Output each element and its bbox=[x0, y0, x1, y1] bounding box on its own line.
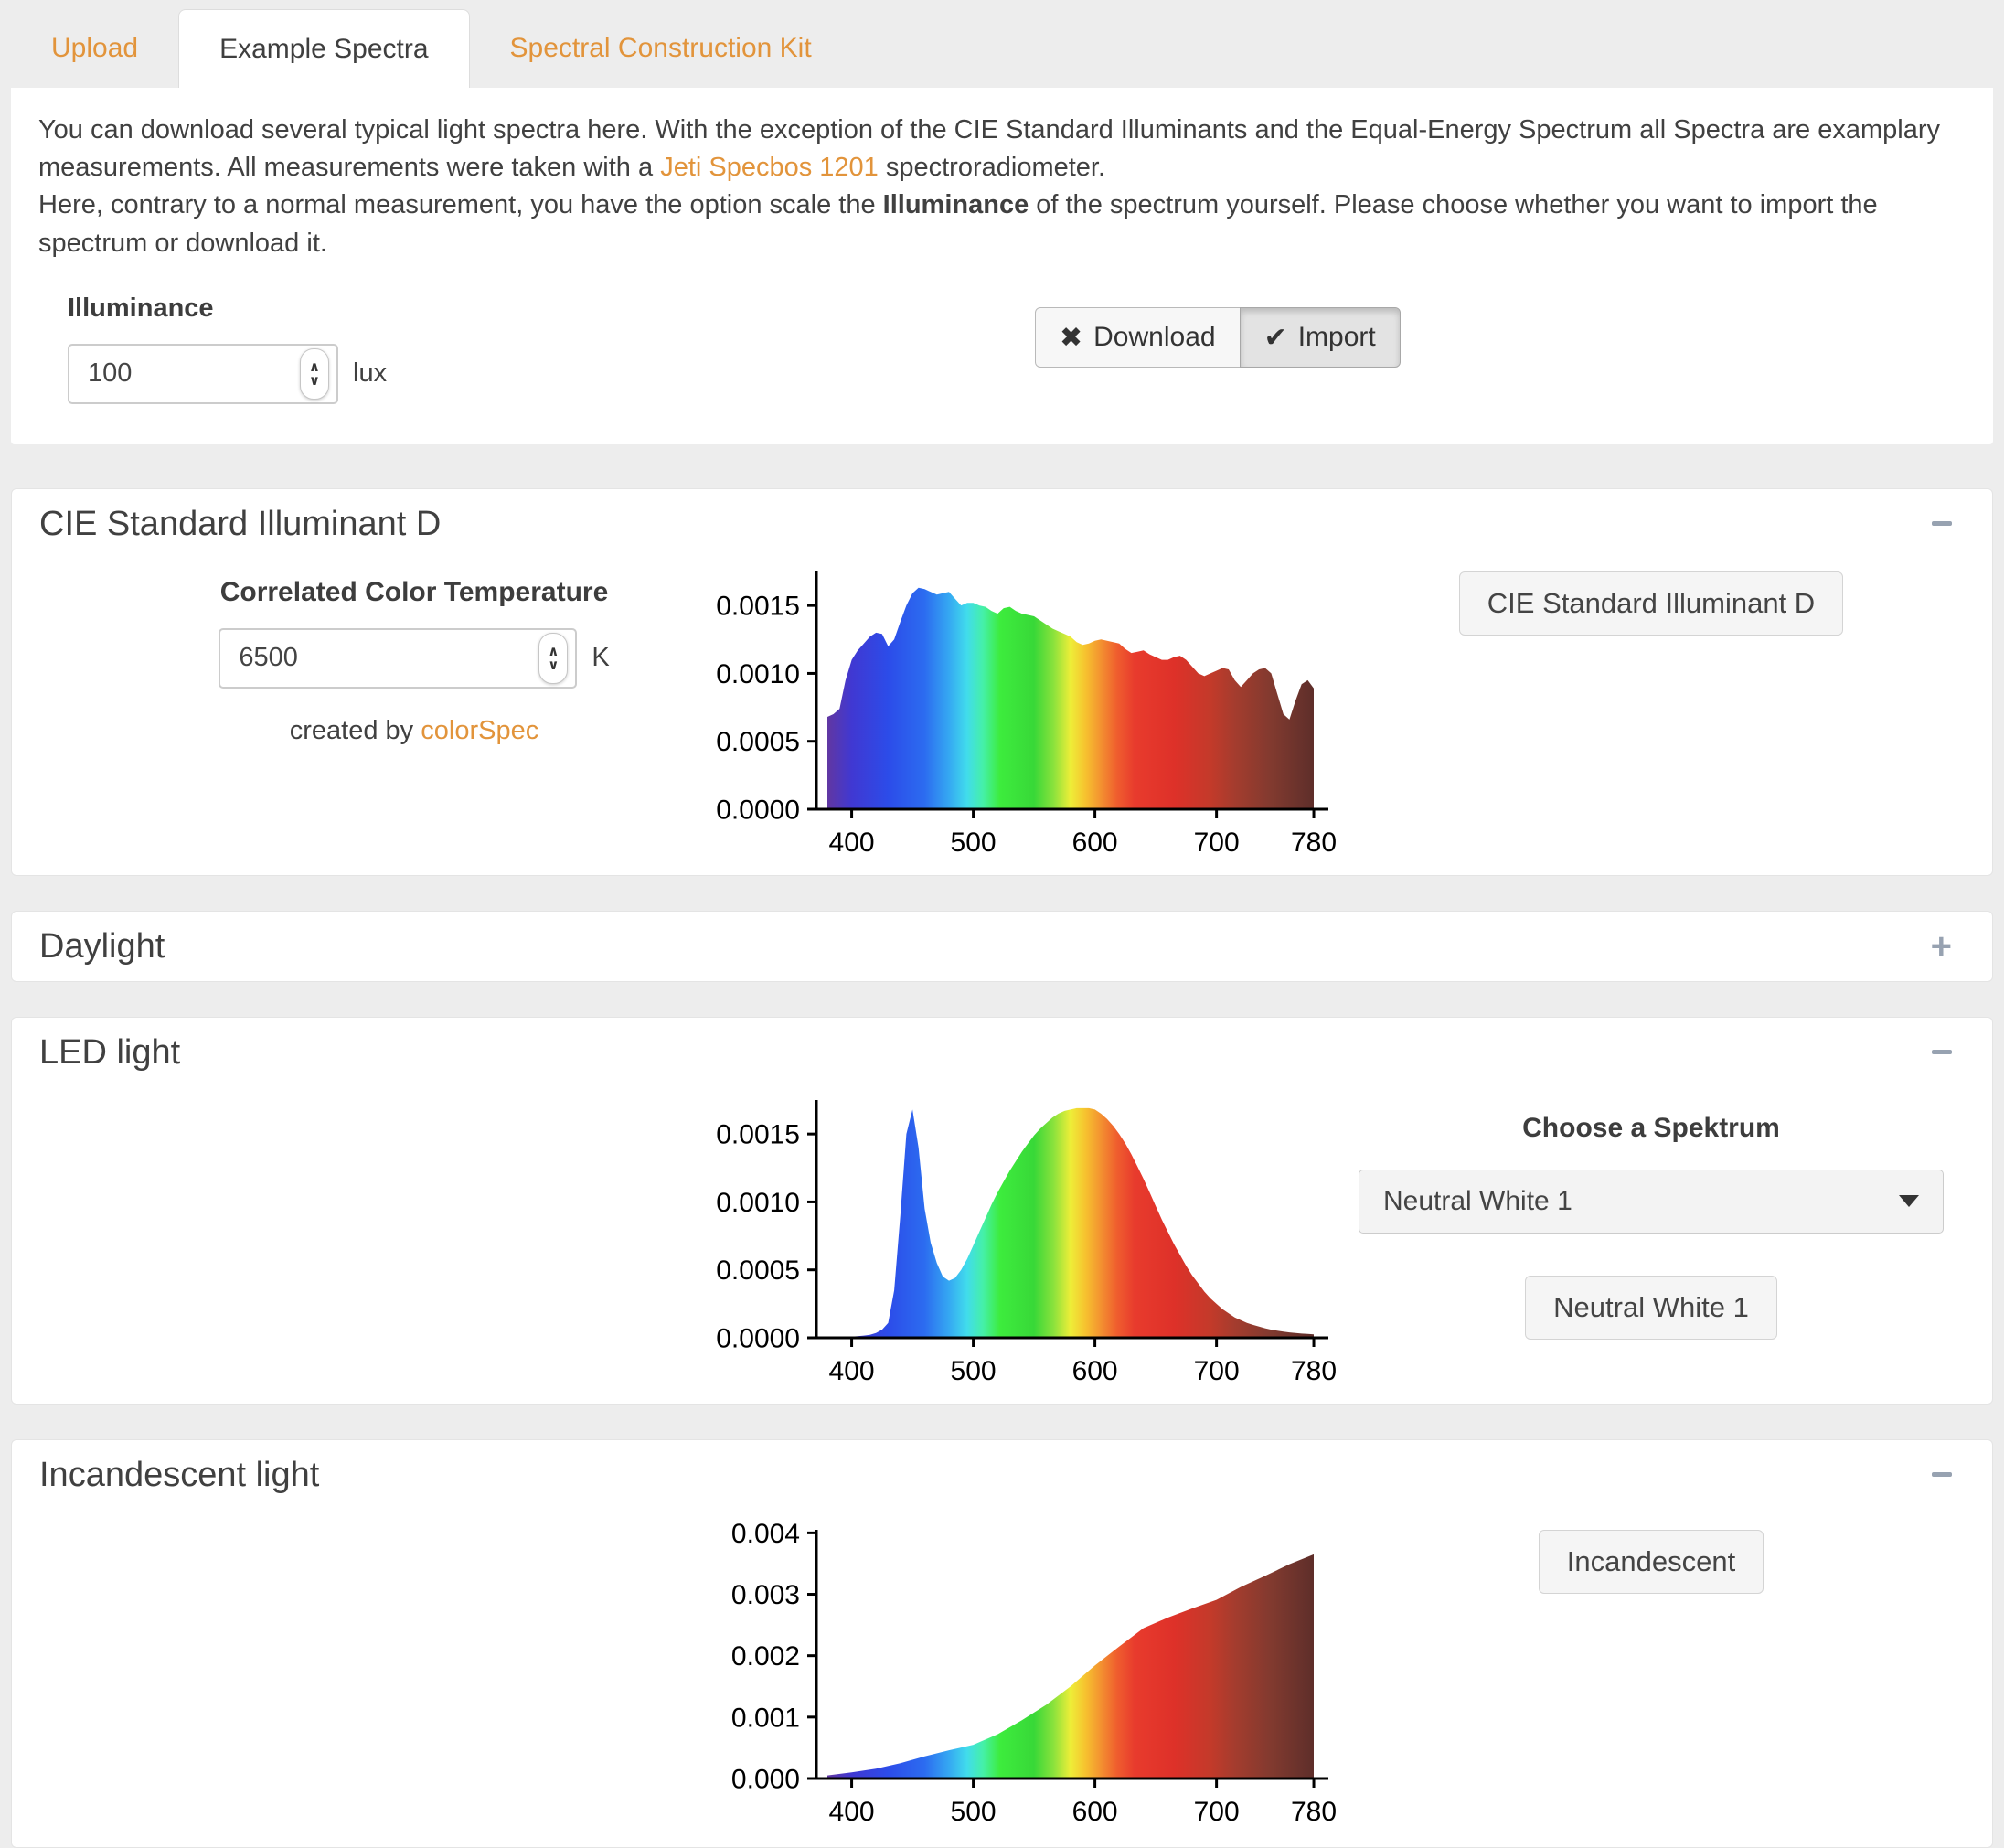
incandescent-spectrum-chart: 400 500 600 700 780 0.000 0.001 0.002 0.003 0.004 bbox=[716, 1519, 1338, 1834]
tab-upload[interactable]: Upload bbox=[11, 9, 178, 88]
svg-text:500: 500 bbox=[951, 1356, 997, 1386]
colorspec-link[interactable]: colorSpec bbox=[421, 716, 538, 745]
svg-text:780: 780 bbox=[1291, 1356, 1337, 1386]
collapse-minus-icon[interactable] bbox=[1932, 1453, 1965, 1497]
stepper-up-icon[interactable]: ∧ bbox=[548, 645, 559, 658]
svg-text:700: 700 bbox=[1194, 828, 1240, 858]
stepper-up-icon[interactable]: ∧ bbox=[309, 360, 320, 374]
svg-text:600: 600 bbox=[1072, 1797, 1118, 1827]
tab-bar: Upload Example Spectra Spectral Construc… bbox=[11, 9, 1993, 88]
svg-text:780: 780 bbox=[1291, 828, 1337, 858]
svg-text:0.001: 0.001 bbox=[731, 1703, 800, 1733]
spektrum-dropdown[interactable]: Neutral White 1 bbox=[1359, 1170, 1944, 1234]
neutral-white-button[interactable]: Neutral White 1 bbox=[1525, 1276, 1777, 1340]
panel-cie-title: CIE Standard Illuminant D bbox=[39, 502, 441, 546]
svg-text:0.0015: 0.0015 bbox=[716, 591, 800, 621]
svg-text:400: 400 bbox=[829, 1356, 875, 1386]
panel-led-title: LED light bbox=[39, 1031, 180, 1074]
led-spectrum-chart: 400 500 600 700 780 0.0000 0.0005 0.0010 0.0015 bbox=[716, 1089, 1338, 1391]
cct-stepper[interactable]: ∧∨ bbox=[538, 633, 568, 684]
import-label: Import bbox=[1298, 322, 1376, 353]
panel-incandescent-light: Incandescent light 400 500 600 700 780 0.000 0… bbox=[11, 1439, 1993, 1848]
svg-text:400: 400 bbox=[829, 1797, 875, 1827]
download-label: Download bbox=[1093, 322, 1215, 353]
expand-plus-icon[interactable]: + bbox=[1931, 924, 1965, 968]
intro-illuminance-bold: Illuminance bbox=[883, 190, 1029, 219]
svg-text:0.0000: 0.0000 bbox=[716, 795, 800, 825]
intro-p2: Here, contrary to a normal measurement, … bbox=[38, 190, 883, 219]
page: Upload Example Spectra Spectral Construc… bbox=[0, 0, 2004, 1848]
svg-text:0.0005: 0.0005 bbox=[716, 1255, 800, 1286]
tab-spectral-construction-kit[interactable]: Spectral Construction Kit bbox=[470, 9, 852, 88]
cct-unit: K bbox=[592, 643, 609, 673]
cct-input[interactable] bbox=[220, 642, 496, 674]
svg-text:0.003: 0.003 bbox=[731, 1580, 800, 1610]
tab-content-card: You can download several typical light s… bbox=[11, 88, 1993, 444]
svg-text:700: 700 bbox=[1194, 1356, 1240, 1386]
svg-text:0.0010: 0.0010 bbox=[716, 1188, 800, 1218]
check-icon: ✔ bbox=[1264, 322, 1287, 354]
illuminance-input[interactable] bbox=[69, 358, 300, 390]
colorspec-credit: created by colorSpec bbox=[290, 716, 538, 746]
chevron-down-icon bbox=[1899, 1195, 1919, 1207]
svg-text:700: 700 bbox=[1194, 1797, 1240, 1827]
cct-form: Correlated Color Temperature ∧∨ K create… bbox=[176, 577, 652, 746]
cie-spectrum-button[interactable]: CIE Standard Illuminant D bbox=[1459, 571, 1843, 636]
svg-text:0.004: 0.004 bbox=[731, 1519, 800, 1549]
collapse-minus-icon[interactable] bbox=[1932, 1031, 1965, 1074]
tab-example-spectra[interactable]: Example Spectra bbox=[178, 9, 469, 88]
panel-daylight-title: Daylight bbox=[39, 924, 165, 968]
collapse-minus-icon[interactable] bbox=[1932, 502, 1965, 546]
intro-p1-end: spectroradiometer. bbox=[879, 153, 1105, 182]
cie-spectrum-chart: 400 500 600 700 780 0.0000 0.0005 0.0010 0.0015 bbox=[716, 561, 1338, 862]
jeti-specbos-link[interactable]: Jeti Specbos 1201 bbox=[660, 153, 879, 182]
stepper-down-icon[interactable]: ∨ bbox=[309, 374, 320, 388]
svg-text:0.000: 0.000 bbox=[731, 1764, 800, 1794]
panel-led-light: LED light 400 500 600 700 780 0.0000 0.0005 0.0… bbox=[11, 1017, 1993, 1405]
svg-text:0.0010: 0.0010 bbox=[716, 659, 800, 689]
illuminance-section: Illuminance ∧∨ lux bbox=[68, 294, 1966, 404]
svg-text:0.0015: 0.0015 bbox=[716, 1119, 800, 1149]
illuminance-input-wrap: ∧∨ bbox=[68, 344, 338, 404]
svg-text:600: 600 bbox=[1072, 1356, 1118, 1386]
illuminance-label: Illuminance bbox=[68, 294, 1966, 324]
choose-spektrum-label: Choose a Spektrum bbox=[1522, 1113, 1780, 1144]
x-icon: ✖ bbox=[1060, 322, 1082, 354]
panel-daylight: Daylight + bbox=[11, 911, 1993, 982]
spektrum-dropdown-value: Neutral White 1 bbox=[1383, 1186, 1572, 1217]
svg-text:0.0005: 0.0005 bbox=[716, 727, 800, 757]
svg-text:500: 500 bbox=[951, 828, 997, 858]
svg-text:780: 780 bbox=[1291, 1797, 1337, 1827]
incandescent-button[interactable]: Incandescent bbox=[1539, 1530, 1764, 1594]
cct-label: Correlated Color Temperature bbox=[220, 577, 609, 608]
import-button[interactable]: ✔ Import bbox=[1240, 307, 1401, 368]
svg-text:500: 500 bbox=[951, 1797, 997, 1827]
download-button[interactable]: ✖ Download bbox=[1035, 307, 1241, 368]
cct-input-wrap: ∧∨ bbox=[219, 628, 577, 689]
illuminance-unit: lux bbox=[353, 358, 387, 389]
panel-incandescent-title: Incandescent light bbox=[39, 1453, 319, 1497]
svg-text:0.002: 0.002 bbox=[731, 1641, 800, 1672]
stepper-down-icon[interactable]: ∨ bbox=[548, 658, 559, 672]
illuminance-stepper[interactable]: ∧∨ bbox=[300, 348, 329, 400]
svg-text:400: 400 bbox=[829, 828, 875, 858]
svg-text:0.0000: 0.0000 bbox=[716, 1323, 800, 1353]
panel-cie-standard-illuminant-d: CIE Standard Illuminant D Correlated Col… bbox=[11, 488, 1993, 876]
svg-text:600: 600 bbox=[1072, 828, 1118, 858]
download-import-group: ✖ Download ✔ Import bbox=[1035, 307, 1401, 368]
intro-text: You can download several typical light s… bbox=[38, 112, 1966, 262]
